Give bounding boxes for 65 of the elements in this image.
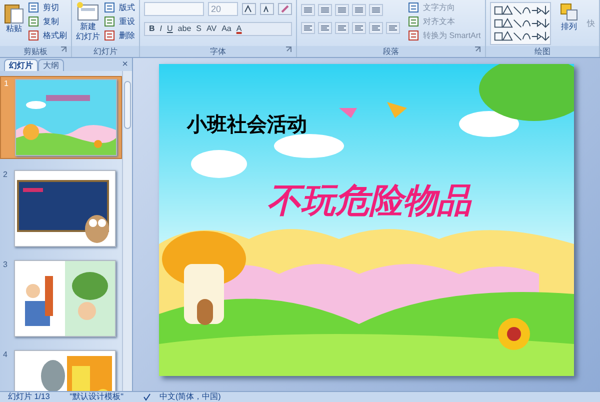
shape-icon[interactable] <box>492 18 504 29</box>
arrange-button[interactable]: 排列 <box>559 2 579 45</box>
dialog-launcher-icon[interactable] <box>474 46 481 53</box>
group-label: 段落 <box>297 46 485 57</box>
shape-icon[interactable] <box>502 31 514 42</box>
format-button[interactable]: B <box>147 23 157 35</box>
ribbon-command[interactable]: 重设 <box>104 16 135 27</box>
shape-icon[interactable] <box>521 5 532 16</box>
group-label: 幻灯片 <box>72 46 139 57</box>
shape-icon[interactable] <box>502 5 514 16</box>
theme-name: "默认设计模板" <box>70 392 124 402</box>
ribbon-command[interactable]: 格式刷 <box>28 30 67 41</box>
clipboard-icon <box>4 2 24 24</box>
close-button[interactable]: × <box>122 59 128 71</box>
pane-tab[interactable]: 幻灯片 <box>4 59 38 71</box>
shape-icon[interactable] <box>540 18 552 29</box>
arrange-icon <box>559 2 579 22</box>
new-slide-icon <box>76 2 100 22</box>
shape-icon[interactable] <box>492 5 504 16</box>
format-button[interactable]: S <box>194 23 204 35</box>
shape-icon[interactable] <box>512 18 523 29</box>
shape-icon[interactable] <box>521 31 532 42</box>
ribbon-command[interactable]: 剪切 <box>28 2 67 13</box>
format-button[interactable]: A <box>234 23 244 35</box>
dialog-launcher-icon[interactable] <box>285 46 292 53</box>
slide-number: 4 <box>3 350 8 361</box>
format-button[interactable]: abe <box>176 23 194 35</box>
ribbon-command[interactable]: 版式 <box>104 2 135 13</box>
format-button[interactable]: I <box>158 23 164 35</box>
slide-title: 不玩危险物品 <box>267 181 471 222</box>
shrink-font-icon[interactable] <box>260 3 274 15</box>
shape-icon[interactable] <box>540 31 552 42</box>
grow-font-icon[interactable] <box>242 3 256 15</box>
slide-counter: 幻灯片 1/13 <box>8 392 50 402</box>
shapes-gallery[interactable] <box>490 2 551 45</box>
new-slide-button[interactable]: 新建 幻灯片 <box>76 2 100 42</box>
shape-icon[interactable] <box>530 18 542 29</box>
format-button[interactable]: Aa <box>220 23 234 35</box>
group-label: 剪贴板 <box>0 46 71 57</box>
format-button[interactable]: AV <box>204 23 219 35</box>
font-name-field[interactable] <box>144 2 204 16</box>
language: 中文(简体，中国) <box>159 392 221 402</box>
shape-icon[interactable] <box>521 18 532 29</box>
group-label: 绘图 <box>486 46 599 57</box>
shape-icon[interactable] <box>530 5 542 16</box>
shape-icon[interactable] <box>540 5 552 16</box>
group-label: 字体 <box>140 46 296 57</box>
align-left-icon[interactable] <box>301 22 315 34</box>
slide-subtitle: 小班社会活动 <box>187 113 307 138</box>
pane-tab[interactable]: 大纲 <box>38 59 64 71</box>
format-button[interactable]: U <box>165 23 175 35</box>
slide-number: 2 <box>3 170 8 181</box>
ribbon-command[interactable]: 删除 <box>104 30 135 41</box>
slide-number: 1 <box>4 79 10 90</box>
ribbon-command[interactable]: 复制 <box>28 16 67 27</box>
shape-icon[interactable] <box>530 31 542 42</box>
shape-icon[interactable] <box>512 5 523 16</box>
paste-button[interactable]: 粘贴 <box>4 2 24 41</box>
shape-icon[interactable] <box>502 18 514 29</box>
shape-icon[interactable] <box>512 31 523 42</box>
scrollbar[interactable] <box>122 71 132 391</box>
shape-icon[interactable] <box>492 31 504 42</box>
check-icon <box>143 393 152 401</box>
dialog-launcher-icon[interactable] <box>60 46 67 53</box>
slide-number: 3 <box>3 260 8 271</box>
